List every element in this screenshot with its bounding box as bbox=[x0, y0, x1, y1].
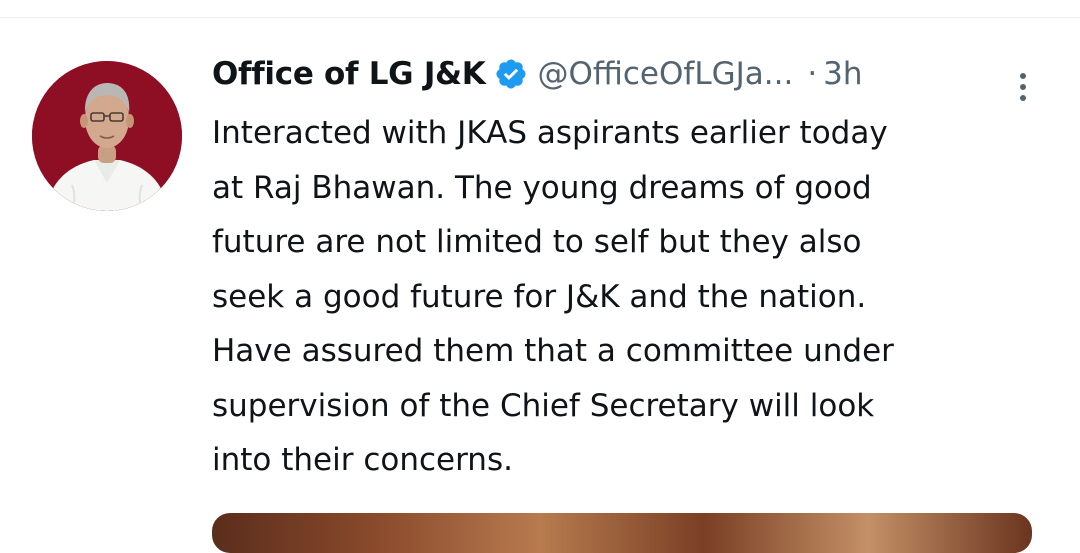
tweet-text-line: at Raj Bhawan. The young dreams of good bbox=[212, 169, 872, 206]
tweet-text-line: Have assured them that a committee under bbox=[212, 333, 894, 369]
tweet-text-line: into their concerns. bbox=[212, 442, 513, 478]
tweet-text-line: Interacted with JKAS aspirants earlier t… bbox=[212, 115, 888, 151]
tweet-text-line: supervision of the Chief Secretary will … bbox=[212, 387, 875, 424]
handle[interactable]: @OfficeOfLGJa... bbox=[538, 56, 794, 92]
tweet-media-image[interactable] bbox=[212, 513, 1032, 553]
tweet-text: Interacted with JKAS aspirants earlier t… bbox=[212, 106, 1052, 488]
more-options-button[interactable] bbox=[1013, 70, 1033, 106]
separator-dot: · bbox=[807, 56, 818, 92]
tweet[interactable]: Office of LG J&K @OfficeOfLGJa... · 3h I… bbox=[0, 18, 1080, 553]
verified-badge-icon bbox=[494, 57, 528, 91]
tweet-text-line: future are not limited to self but they … bbox=[212, 224, 862, 260]
tweet-text-line: seek a good future for J&K and the natio… bbox=[212, 278, 867, 315]
timestamp[interactable]: 3h bbox=[823, 56, 862, 92]
avatar[interactable] bbox=[32, 61, 182, 211]
tweet-header: Office of LG J&K @OfficeOfLGJa... · 3h bbox=[212, 52, 1052, 96]
more-vertical-icon bbox=[1020, 73, 1026, 101]
display-name[interactable]: Office of LG J&K bbox=[212, 56, 486, 92]
